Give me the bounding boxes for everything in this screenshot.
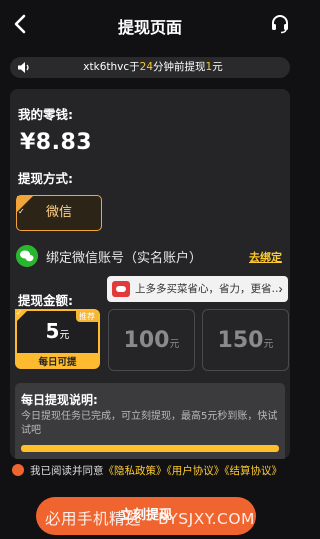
notice-minutes: 24 bbox=[139, 61, 154, 73]
amount-unit: 元 bbox=[263, 339, 274, 350]
agreement-text: 我已阅读并同意《隐私政策》《用户协议》《结算协议》 bbox=[30, 463, 282, 478]
method-check-mark: ✓ bbox=[18, 207, 25, 216]
amount-caption: 每日可提 bbox=[38, 357, 77, 368]
privacy-policy-link[interactable]: 《隐私政策》 bbox=[104, 465, 167, 477]
amount-label: 提现金额: bbox=[18, 293, 73, 308]
withdraw-notice-bar: xtk6thvc于24分钟前提现1元 bbox=[10, 57, 290, 78]
amount-number: 5 bbox=[45, 319, 60, 343]
method-label: 提现方式: bbox=[18, 171, 73, 186]
wechat-icon bbox=[16, 245, 38, 267]
withdraw-card: 我的零钱: ¥8.83 提现方式: ✓ 微信 绑定微信账号（实名账户） 去绑定 … bbox=[10, 89, 290, 459]
amount-value: 100元 bbox=[109, 328, 194, 353]
daily-withdraw-info: 每日提现说明: 今日提现任务已完成，可立刻提现，最高5元秒到账，快试试吧 bbox=[15, 383, 285, 459]
amount-value: 150元 bbox=[203, 328, 288, 353]
wechat-bind-row: 绑定微信账号（实名账户） 去绑定 bbox=[16, 245, 286, 269]
recommend-badge: 推荐 bbox=[76, 311, 98, 322]
amount-unit: 元 bbox=[169, 339, 180, 350]
amount-option-100[interactable]: 100元 bbox=[108, 309, 195, 371]
daily-progress-bar bbox=[21, 445, 279, 452]
amount-number: 150 bbox=[217, 328, 264, 353]
method-option-wechat[interactable]: ✓ 微信 bbox=[16, 195, 102, 231]
amount-unit: 元 bbox=[59, 330, 70, 341]
method-option-label: 微信 bbox=[45, 205, 72, 220]
amount-option-5[interactable]: 5元 ✓ 推荐 每日可提 bbox=[15, 308, 100, 369]
progress-fill bbox=[21, 445, 279, 452]
wallet-balance: ¥8.83 bbox=[20, 130, 93, 155]
headset-icon[interactable] bbox=[270, 14, 290, 34]
ad-banner[interactable]: 上多多买菜省心，省力，更省… › bbox=[107, 276, 288, 302]
wechat-bind-text: 绑定微信账号（实名账户） bbox=[46, 251, 203, 266]
header: 提现页面 bbox=[0, 0, 300, 50]
selected-check-icon: ✓ bbox=[15, 308, 29, 323]
amount-check-mark: ✓ bbox=[16, 308, 23, 317]
agreement-prefix: 我已阅读并同意 bbox=[30, 465, 104, 477]
page-title: 提现页面 bbox=[117, 18, 182, 37]
settlement-agreement-link[interactable]: 《结算协议》 bbox=[224, 465, 282, 477]
amount-number: 100 bbox=[123, 328, 170, 353]
selected-check-icon: ✓ bbox=[17, 196, 33, 216]
ad-text: 上多多买菜省心，省力，更省… bbox=[135, 283, 282, 295]
notice-text: xtk6thvc于24分钟前提现1元 bbox=[10, 57, 290, 78]
notice-pre: 于 bbox=[129, 61, 140, 73]
ad-app-logo-icon bbox=[112, 281, 130, 297]
wallet-label: 我的零钱: bbox=[18, 107, 73, 122]
info-description: 今日提现任务已完成，可立刻提现，最高5元秒到账，快试试吧 bbox=[21, 411, 278, 436]
user-agreement-link[interactable]: 《用户协议》 bbox=[167, 465, 225, 477]
bind-wechat-link[interactable]: 去绑定 bbox=[249, 249, 282, 265]
amount-value: 5元 bbox=[17, 319, 98, 343]
agreement-checkbox[interactable] bbox=[12, 464, 24, 476]
info-title: 每日提现说明: bbox=[21, 393, 98, 407]
notice-user: xtk6thvc bbox=[83, 61, 130, 73]
chevron-right-icon: › bbox=[278, 282, 283, 296]
withdraw-submit-button[interactable]: 立刻提现 bbox=[36, 497, 256, 535]
amount-option-150[interactable]: 150元 bbox=[202, 309, 289, 371]
notice-unit: 元 bbox=[212, 61, 223, 73]
agreement-row: 我已阅读并同意《隐私政策》《用户协议》《结算协议》 bbox=[12, 463, 292, 479]
notice-mid: 分钟前提现 bbox=[153, 61, 206, 73]
